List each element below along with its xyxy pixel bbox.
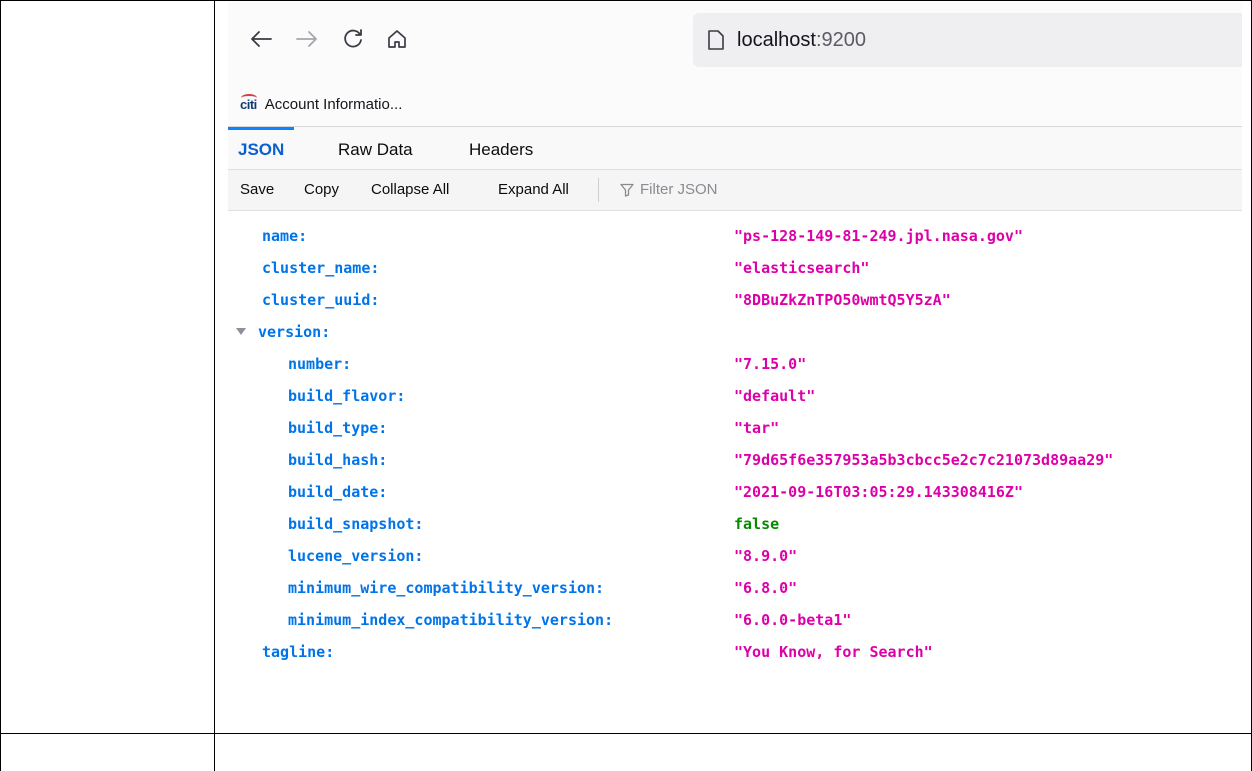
json-key: build_snapshot: [288, 515, 424, 533]
reload-icon [344, 29, 362, 48]
json-key: build_type: [288, 419, 388, 437]
json-key: build_date: [288, 483, 388, 501]
json-value: "6.0.0-beta1" [734, 611, 852, 629]
json-row[interactable]: minimum_wire_compatibility_version: "6.8.… [228, 572, 1242, 604]
json-value: "ps-128-149-81-249.jpl.nasa.gov" [734, 227, 1023, 245]
json-value: "8DBuZkZnTPO50wmtQ5Y5zA" [734, 291, 951, 309]
json-value: "8.9.0" [734, 547, 798, 565]
json-row[interactable]: build_hash: "79d65f6e357953a5b3cbcc5e2c7c… [228, 444, 1242, 476]
home-button[interactable] [380, 22, 414, 56]
browser-toolbar: localhost:9200 [228, 2, 1242, 86]
json-row[interactable]: name: "ps-128-149-81-249.jpl.nasa.gov" [228, 220, 1242, 252]
json-row[interactable]: tagline: "You Know, for Search" [228, 636, 1242, 668]
tab-headers[interactable]: Headers [469, 127, 533, 169]
json-value: false [734, 515, 780, 533]
table-column-divider [214, 0, 215, 771]
json-value: "7.15.0" [734, 355, 807, 373]
json-key: build_flavor: [288, 387, 406, 405]
json-key: build_hash: [288, 451, 388, 469]
json-key: number: [288, 355, 352, 373]
filter-json-input[interactable]: Filter JSON [620, 170, 718, 210]
json-viewer-tabs: JSON Raw Data Headers [228, 127, 1242, 170]
json-value: "2021-09-16T03:05:29.143308416Z" [734, 483, 1023, 501]
json-row[interactable]: build_flavor: "default" [228, 380, 1242, 412]
json-value: "You Know, for Search" [734, 643, 933, 661]
expand-all-button[interactable]: Expand All [498, 170, 569, 210]
browser-window: localhost:9200 citi Account Informatio..… [228, 2, 1242, 710]
json-key: version: [258, 323, 331, 341]
json-row[interactable]: cluster_uuid: "8DBuZkZnTPO50wmtQ5Y5zA" [228, 284, 1242, 316]
url-port: :9200 [815, 29, 866, 51]
tab-json[interactable]: JSON [228, 127, 295, 169]
json-value: "elasticsearch" [734, 259, 870, 277]
bookmarks-bar: citi Account Informatio... [228, 86, 1242, 127]
json-key: name: [262, 227, 308, 245]
json-row[interactable]: build_snapshot: false [228, 508, 1242, 540]
back-button[interactable] [244, 22, 278, 56]
json-row[interactable]: cluster_name: "elasticsearch" [228, 252, 1242, 284]
json-row[interactable]: lucene_version: "8.9.0" [228, 540, 1242, 572]
page-icon [708, 30, 724, 50]
arrow-left-icon [251, 31, 272, 47]
url-text: localhost:9200 [737, 29, 866, 52]
json-value: "tar" [734, 419, 780, 437]
json-value: "6.8.0" [734, 579, 798, 597]
table-row-divider [0, 733, 1252, 734]
save-button[interactable]: Save [240, 170, 274, 210]
collapse-all-button[interactable]: Collapse All [371, 170, 449, 210]
toolbar-divider [598, 178, 599, 202]
json-value: "79d65f6e357953a5b3cbcc5e2c7c21073d89aa2… [734, 451, 1114, 469]
json-value: "default" [734, 387, 816, 405]
json-key: tagline: [262, 643, 335, 661]
url-bar[interactable]: localhost:9200 [693, 13, 1242, 67]
json-row[interactable]: number: "7.15.0" [228, 348, 1242, 380]
forward-button[interactable] [290, 22, 324, 56]
json-key: minimum_wire_compatibility_version: [288, 579, 605, 597]
bookmark-account-information[interactable]: citi Account Informatio... [240, 94, 403, 113]
json-row[interactable]: build_type: "tar" [228, 412, 1242, 444]
json-toolbar: Save Copy Collapse All Expand All Filter… [228, 170, 1242, 211]
filter-placeholder: Filter JSON [640, 181, 718, 198]
json-row[interactable]: build_date: "2021-09-16T03:05:29.14330841… [228, 476, 1242, 508]
citi-logo-icon: citi [240, 94, 257, 112]
bookmark-label: Account Informatio... [264, 96, 403, 113]
json-row-version[interactable]: version: [228, 316, 1242, 348]
home-icon [388, 30, 406, 48]
tab-raw-data[interactable]: Raw Data [338, 127, 413, 169]
reload-button[interactable] [336, 22, 370, 56]
url-host: localhost [737, 29, 816, 51]
expand-toggle-icon[interactable] [236, 328, 246, 335]
arrow-right-icon [296, 31, 317, 47]
json-key: minimum_index_compatibility_version: [288, 611, 614, 629]
json-key: lucene_version: [288, 547, 424, 565]
filter-icon [620, 183, 634, 197]
table-border-top [0, 0, 1252, 1]
json-key: cluster_name: [262, 259, 380, 277]
json-row[interactable]: minimum_index_compatibility_version: "6.0… [228, 604, 1242, 636]
copy-button[interactable]: Copy [304, 170, 339, 210]
json-key: cluster_uuid: [262, 291, 380, 309]
table-border-left [0, 0, 1, 771]
